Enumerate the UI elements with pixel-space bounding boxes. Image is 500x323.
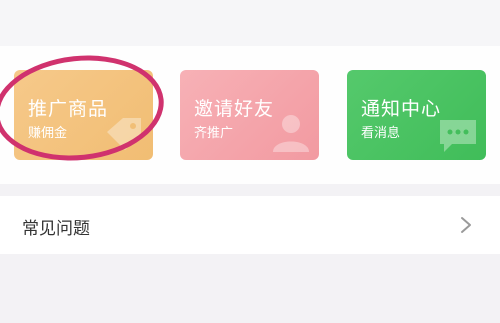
- invite-card-title: 邀请好友: [194, 98, 275, 120]
- page-background: [0, 254, 500, 323]
- invite-card-subtitle: 齐推广: [194, 126, 234, 141]
- invite-friends-card[interactable]: 邀请好友 齐推广: [180, 70, 319, 160]
- person-icon: [273, 115, 309, 152]
- notify-card-subtitle: 看消息: [361, 126, 401, 141]
- notify-card-title: 通知中心: [361, 98, 442, 120]
- promote-card-title: 推广商品: [28, 98, 109, 120]
- message-icon: [440, 120, 476, 152]
- faq-row[interactable]: 常见问题: [0, 196, 500, 254]
- top-strip: [0, 0, 500, 46]
- faq-label: 常见问题: [22, 219, 90, 239]
- promote-products-card[interactable]: 推广商品 赚佣金: [14, 70, 153, 160]
- promote-card-subtitle: 赚佣金: [28, 126, 68, 141]
- chevron-right-icon: [461, 217, 471, 233]
- tag-icon: [107, 118, 141, 150]
- quick-actions-panel: 推广商品 赚佣金 邀请好友 齐推广 通知中心 看消息: [0, 46, 500, 184]
- notification-center-card[interactable]: 通知中心 看消息: [347, 70, 486, 160]
